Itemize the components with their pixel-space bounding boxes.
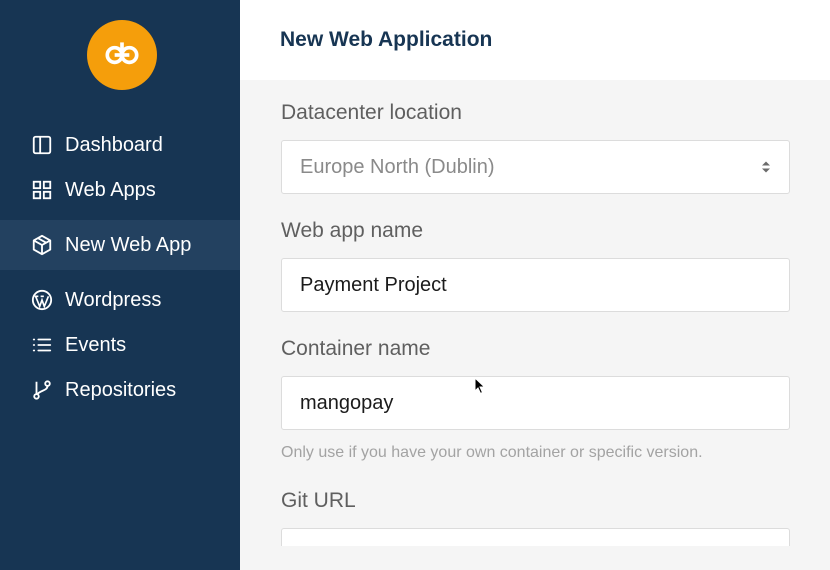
app-name-input[interactable]: Payment Project [281,258,790,312]
sidebar-item-label: Web Apps [65,178,156,201]
list-icon [30,333,54,357]
columns-icon [30,133,54,157]
git-url-input[interactable] [281,528,790,546]
sidebar-item-label: Dashboard [65,133,163,156]
git-branch-icon [30,378,54,402]
sidebar-item-label: Repositories [65,378,177,401]
select-arrows-icon [762,161,770,173]
sidebar-item-label: New Web App [65,233,192,256]
sidebar-item-web-apps[interactable]: Web Apps [0,167,240,213]
container-name-input[interactable]: mangopay [281,376,790,430]
app-window: Dashboard Web Apps New Web App Wordpress [0,0,830,570]
container-hint: Only use if you have your own container … [281,444,703,461]
datacenter-select[interactable]: Europe North (Dublin) [281,140,790,194]
datacenter-value: Europe North (Dublin) [300,155,495,178]
container-name-label: Container name [281,337,431,360]
page-title: New Web Application [280,28,493,51]
app-name-value: Payment Project [300,273,447,296]
mouse-cursor-icon [474,377,486,395]
grid-icon [30,178,54,202]
wordpress-icon [30,288,54,312]
git-url-label: Git URL [281,489,356,512]
sidebar-item-events[interactable]: Events [0,322,240,368]
logo-icon[interactable] [87,20,157,90]
sidebar-item-new-web-app[interactable]: New Web App [0,220,240,270]
box-icon [30,233,54,257]
sidebar-item-wordpress[interactable]: Wordpress [0,277,240,323]
page-header: New Web Application [240,0,830,80]
new-web-app-form: Datacenter location Europe North (Dublin… [240,80,830,546]
sidebar-item-dashboard[interactable]: Dashboard [0,122,240,168]
sidebar: Dashboard Web Apps New Web App Wordpress [0,0,240,570]
app-name-label: Web app name [281,219,424,242]
sidebar-item-label: Wordpress [65,288,162,311]
sidebar-item-label: Events [65,333,127,356]
datacenter-label: Datacenter location [281,101,462,124]
container-name-value: mangopay [300,391,394,414]
sidebar-item-repositories[interactable]: Repositories [0,367,240,413]
bottom-strip [240,546,830,570]
